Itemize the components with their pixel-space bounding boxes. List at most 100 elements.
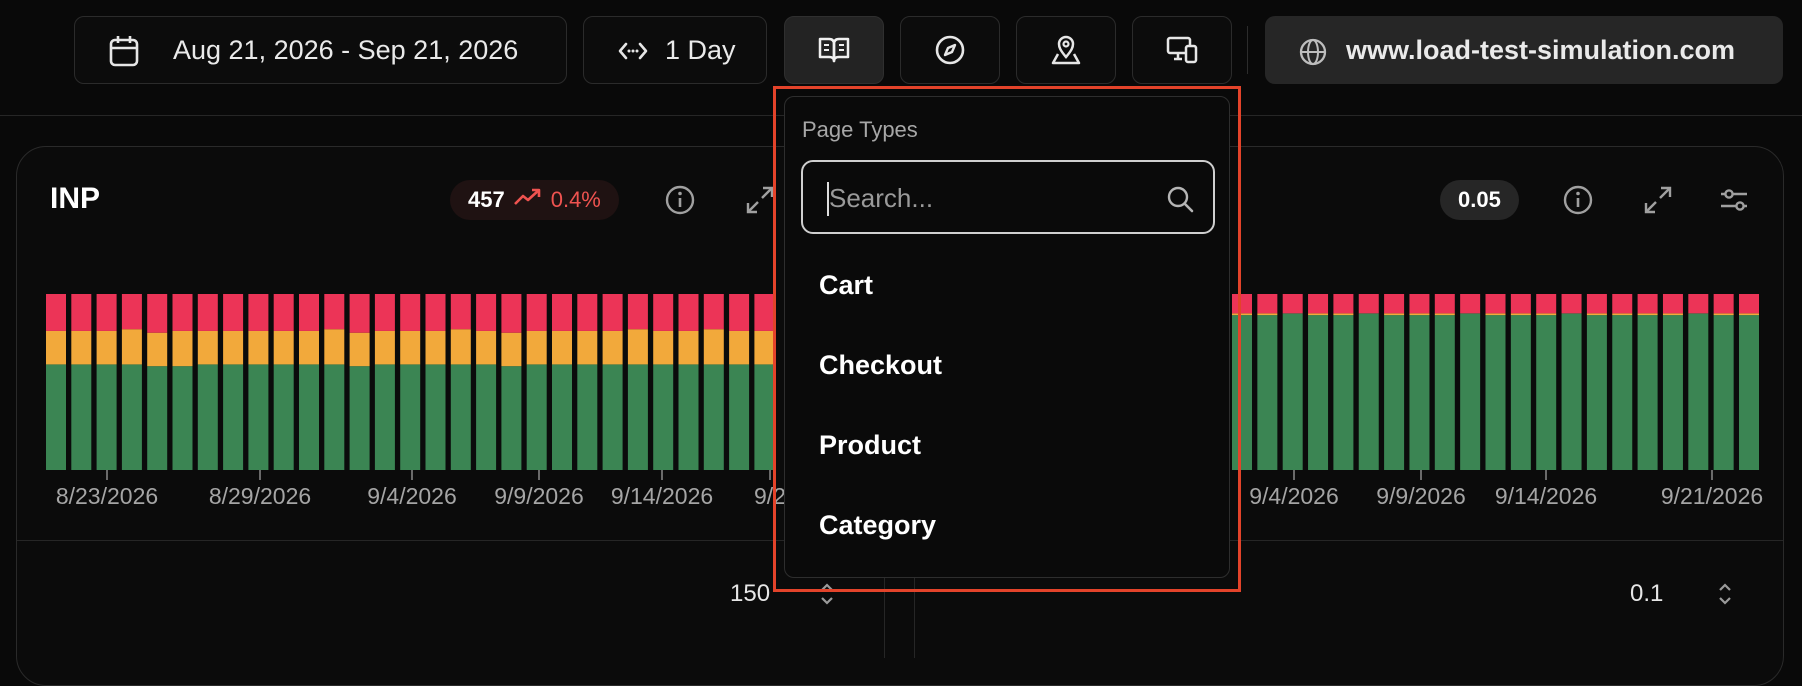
chart1-bar-needs_improvement [1409,313,1430,316]
chart0-bar-needs_improvement [627,329,648,365]
chart0-bar-poor [678,294,699,331]
chevron-updown-icon[interactable] [1714,580,1736,613]
chart1-bar-poor [1257,294,1278,314]
chart0-bar-poor [754,294,775,331]
chart0-bar-needs_improvement [501,332,522,367]
chevron-updown-icon[interactable] [816,580,838,613]
chart0-bar-good [501,366,522,470]
chart1-bar-good [1358,313,1379,470]
chart1-bar-good [1384,315,1405,470]
chart0-bar-poor [476,294,497,331]
chart0-bar-needs_improvement [324,329,345,365]
chart0-bar-needs_improvement [400,330,421,365]
chart0-bar-good [299,364,319,470]
chart0-bar-good [754,364,775,470]
text-caret [827,182,829,216]
chart0-bar-good [703,364,724,470]
chart0-bar-poor [577,294,598,331]
chart0-tick-label: 9/14/2026 [611,483,713,509]
chart1-bar-needs_improvement [1333,313,1354,316]
chart0-bar-needs_improvement [729,330,750,365]
chart0-bar-good [197,364,218,470]
chart1-bar-good [1739,315,1759,470]
chart1-bar-poor [1586,294,1607,314]
chart1-bar-poor [1662,294,1683,314]
chart1-bar-poor [1485,294,1506,314]
chart1-bar-poor [1409,294,1430,314]
chart0-bar-needs_improvement [273,330,294,365]
chart0-bar-good [324,364,345,470]
chart0-bar-poor [425,294,446,331]
chart0-tick-label: 9/2 [754,483,786,509]
chart1-bar-good [1232,315,1252,470]
chart0-bar-needs_improvement [248,330,269,365]
chart1-bar-poor [1536,294,1557,314]
chart1-bar-good [1637,315,1658,470]
chart1-bar-good [1586,315,1607,470]
chart1-bar-good [1434,315,1455,470]
page-type-option[interactable]: Category [819,510,936,541]
page-type-search[interactable] [801,160,1215,234]
chart1-tick-label: 9/9/2026 [1376,483,1466,509]
chart1-bar-needs_improvement [1257,313,1278,316]
chart1-bar-good [1333,315,1354,470]
chart1-bar-needs_improvement [1510,313,1531,316]
chart1-bar-poor [1637,294,1658,314]
chart0-bar-good [577,364,598,470]
chart0-bar-poor [627,294,648,330]
chart0-bar-good [400,364,421,470]
chart0-bar-poor [552,294,572,331]
chart0-bar-needs_improvement [121,329,142,365]
search-icon [1165,184,1195,219]
page-type-option[interactable]: Checkout [819,350,942,381]
chart1-bar-good [1460,313,1481,470]
chart0-bar-needs_improvement [552,330,572,365]
chart0-tick-label: 8/29/2026 [209,483,311,509]
chart0-bar-good [96,364,117,470]
page-type-option[interactable]: Product [819,430,921,461]
chart0-bar-needs_improvement [526,330,547,365]
chart1-bar-good [1510,315,1531,470]
chart0-bar-needs_improvement [197,330,218,365]
chart0-bar-needs_improvement [374,330,395,365]
chart0-bar-needs_improvement [223,330,244,365]
chart0-bar-needs_improvement [147,332,168,367]
chart0-bar-poor [71,294,92,331]
chart1-bar-good [1561,313,1582,470]
chart0-bar-good [450,364,471,470]
chart1-bar-poor [1384,294,1405,314]
chart0-bar-poor [729,294,750,331]
chart0-bar-needs_improvement [450,329,471,365]
chart0-bar-needs_improvement [703,329,724,365]
chart0-bar-needs_improvement [476,330,497,365]
chart1-bar-poor [1739,294,1759,314]
chart0-tick-label: 9/9/2026 [494,483,584,509]
chart0-bar-poor [147,294,168,333]
chart1-bar-poor [1282,294,1303,314]
chart0-bar-poor [273,294,294,331]
chart1-bar-good [1713,315,1734,470]
chart1-bar-needs_improvement [1536,313,1557,316]
chart0-bar-good [526,364,547,470]
chart0-bar-needs_improvement [602,330,623,365]
chart1-bar-good [1308,315,1329,470]
chart0-tick-label: 8/23/2026 [56,483,158,509]
chart1-bar-good [1536,315,1557,470]
chart0-bar-needs_improvement [653,330,674,365]
chart0-bar-poor [121,294,142,330]
search-input[interactable] [827,176,1151,220]
page-types-dropdown: Page Types Cart Checkout Product Categor… [784,96,1230,578]
chart0-bar-poor [299,294,319,331]
chart1-bar-good [1688,313,1709,470]
chart1-bar-poor [1561,294,1582,314]
chart0-bar-needs_improvement [349,332,370,367]
chart1-bar-needs_improvement [1384,313,1405,316]
chart0-bar-needs_improvement [299,330,319,365]
chart0-bar-needs_improvement [71,330,92,365]
chart1-bar-good [1662,315,1683,470]
chart0-bar-good [653,364,674,470]
chart1-tick-label: 9/21/2026 [1661,483,1763,509]
page-type-option[interactable]: Cart [819,270,873,301]
chart1-bar-poor [1434,294,1455,314]
chart1-bar-needs_improvement [1713,313,1734,316]
